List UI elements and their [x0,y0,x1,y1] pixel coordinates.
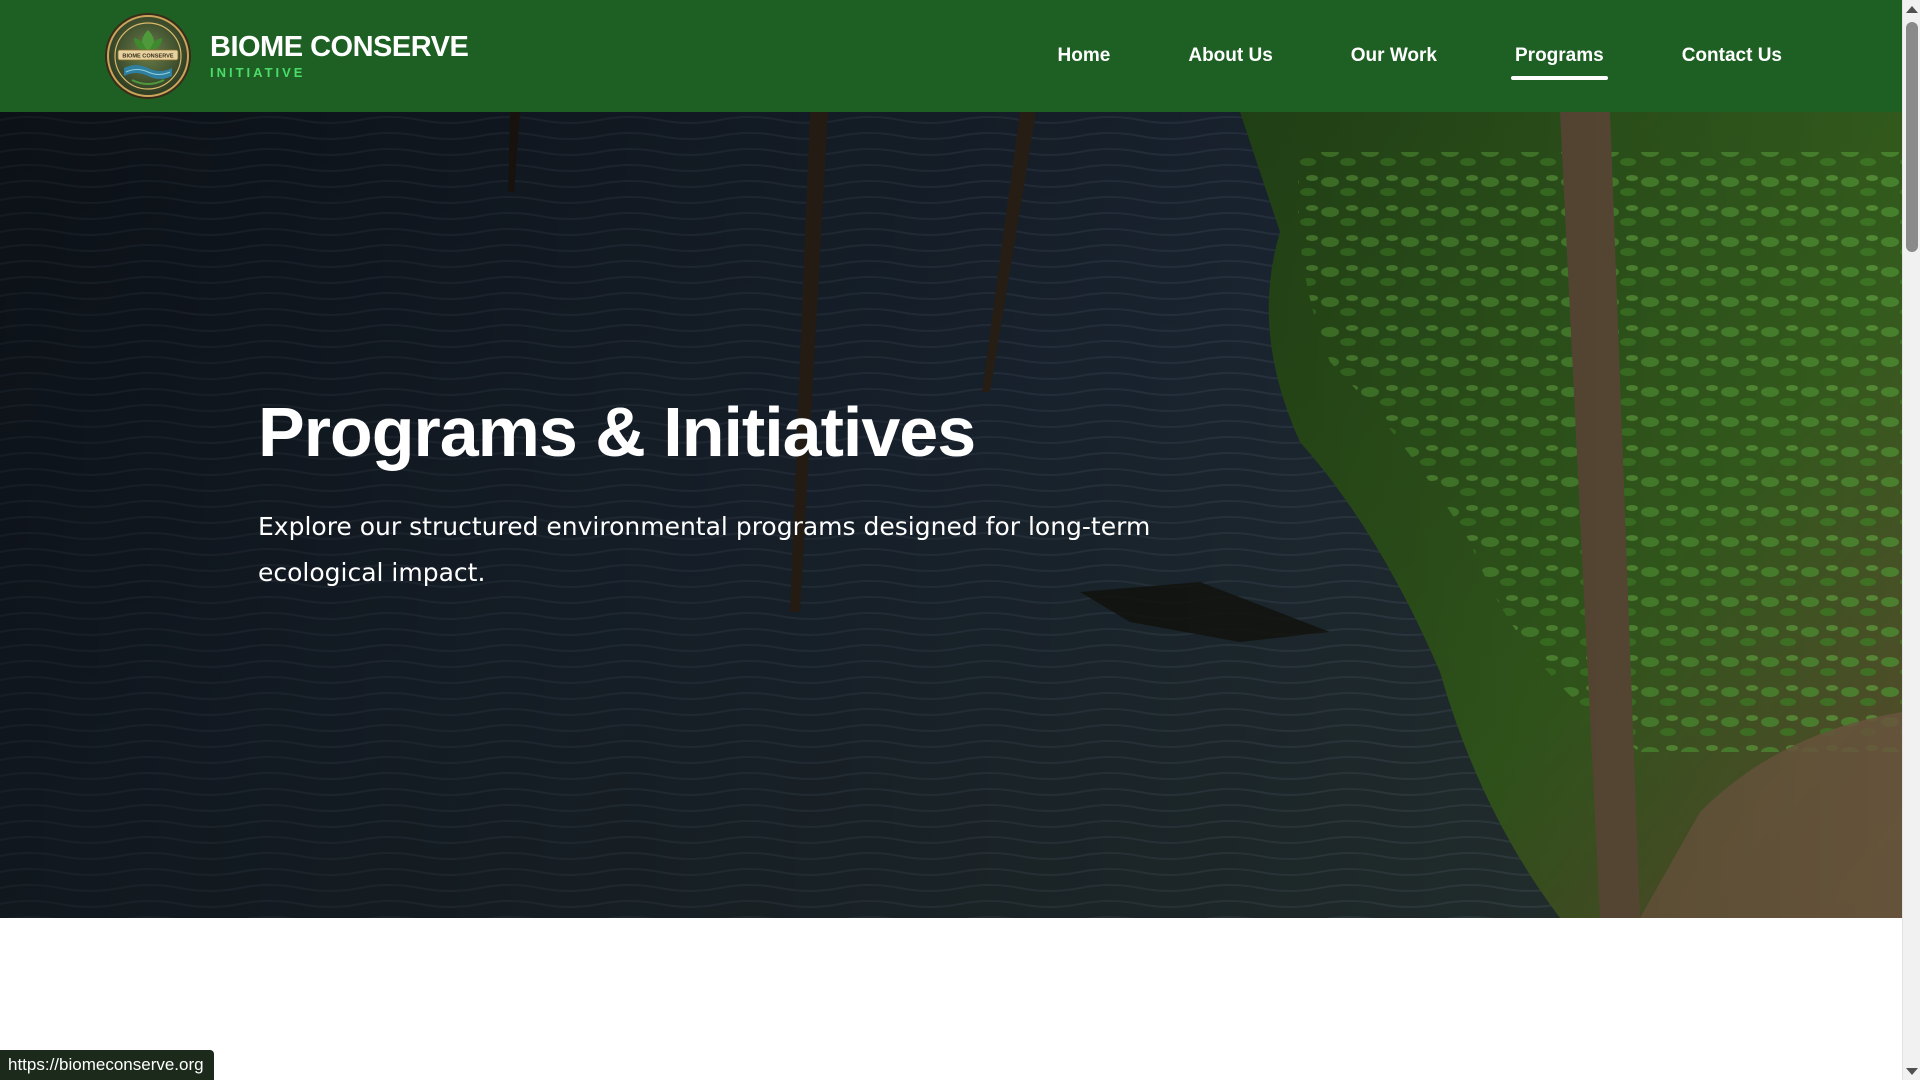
nav-contact-us[interactable]: Contact Us [1682,0,1782,112]
brand-name: BIOME CONSERVE [210,31,469,63]
brand-logo: BIOME CONSERVE [104,12,192,100]
nav-our-work[interactable]: Our Work [1351,0,1437,112]
hero-section: Programs & Initiatives Explore our struc… [0,112,1902,918]
arrow-up-icon [1906,5,1918,13]
main-nav: Home About Us Our Work Programs Contact … [980,0,1782,112]
brand-link[interactable]: BIOME CONSERVE BIOME CONSERVE INITIATIVE [104,12,469,100]
nav-programs[interactable]: Programs [1511,0,1608,112]
site-header: BIOME CONSERVE BIOME CONSERVE INITIATIVE… [0,0,1902,112]
page-title: Programs & Initiatives [258,393,976,471]
scroll-down-button[interactable] [1903,1062,1920,1080]
arrow-down-icon [1906,1067,1918,1075]
nav-about-us[interactable]: About Us [1188,0,1272,112]
page-scrollbar[interactable] [1902,0,1920,1080]
brand-subtitle: INITIATIVE [210,65,306,80]
nav-home[interactable]: Home [1058,0,1111,112]
logo-text: BIOME CONSERVE [122,54,173,60]
scroll-up-button[interactable] [1903,0,1920,18]
scroll-thumb[interactable] [1906,22,1918,252]
page: BIOME CONSERVE BIOME CONSERVE INITIATIVE… [0,0,1902,1080]
hero-description: Explore our structured environmental pro… [258,512,1151,587]
status-bar-url: https://biomeconserve.org [0,1050,214,1080]
